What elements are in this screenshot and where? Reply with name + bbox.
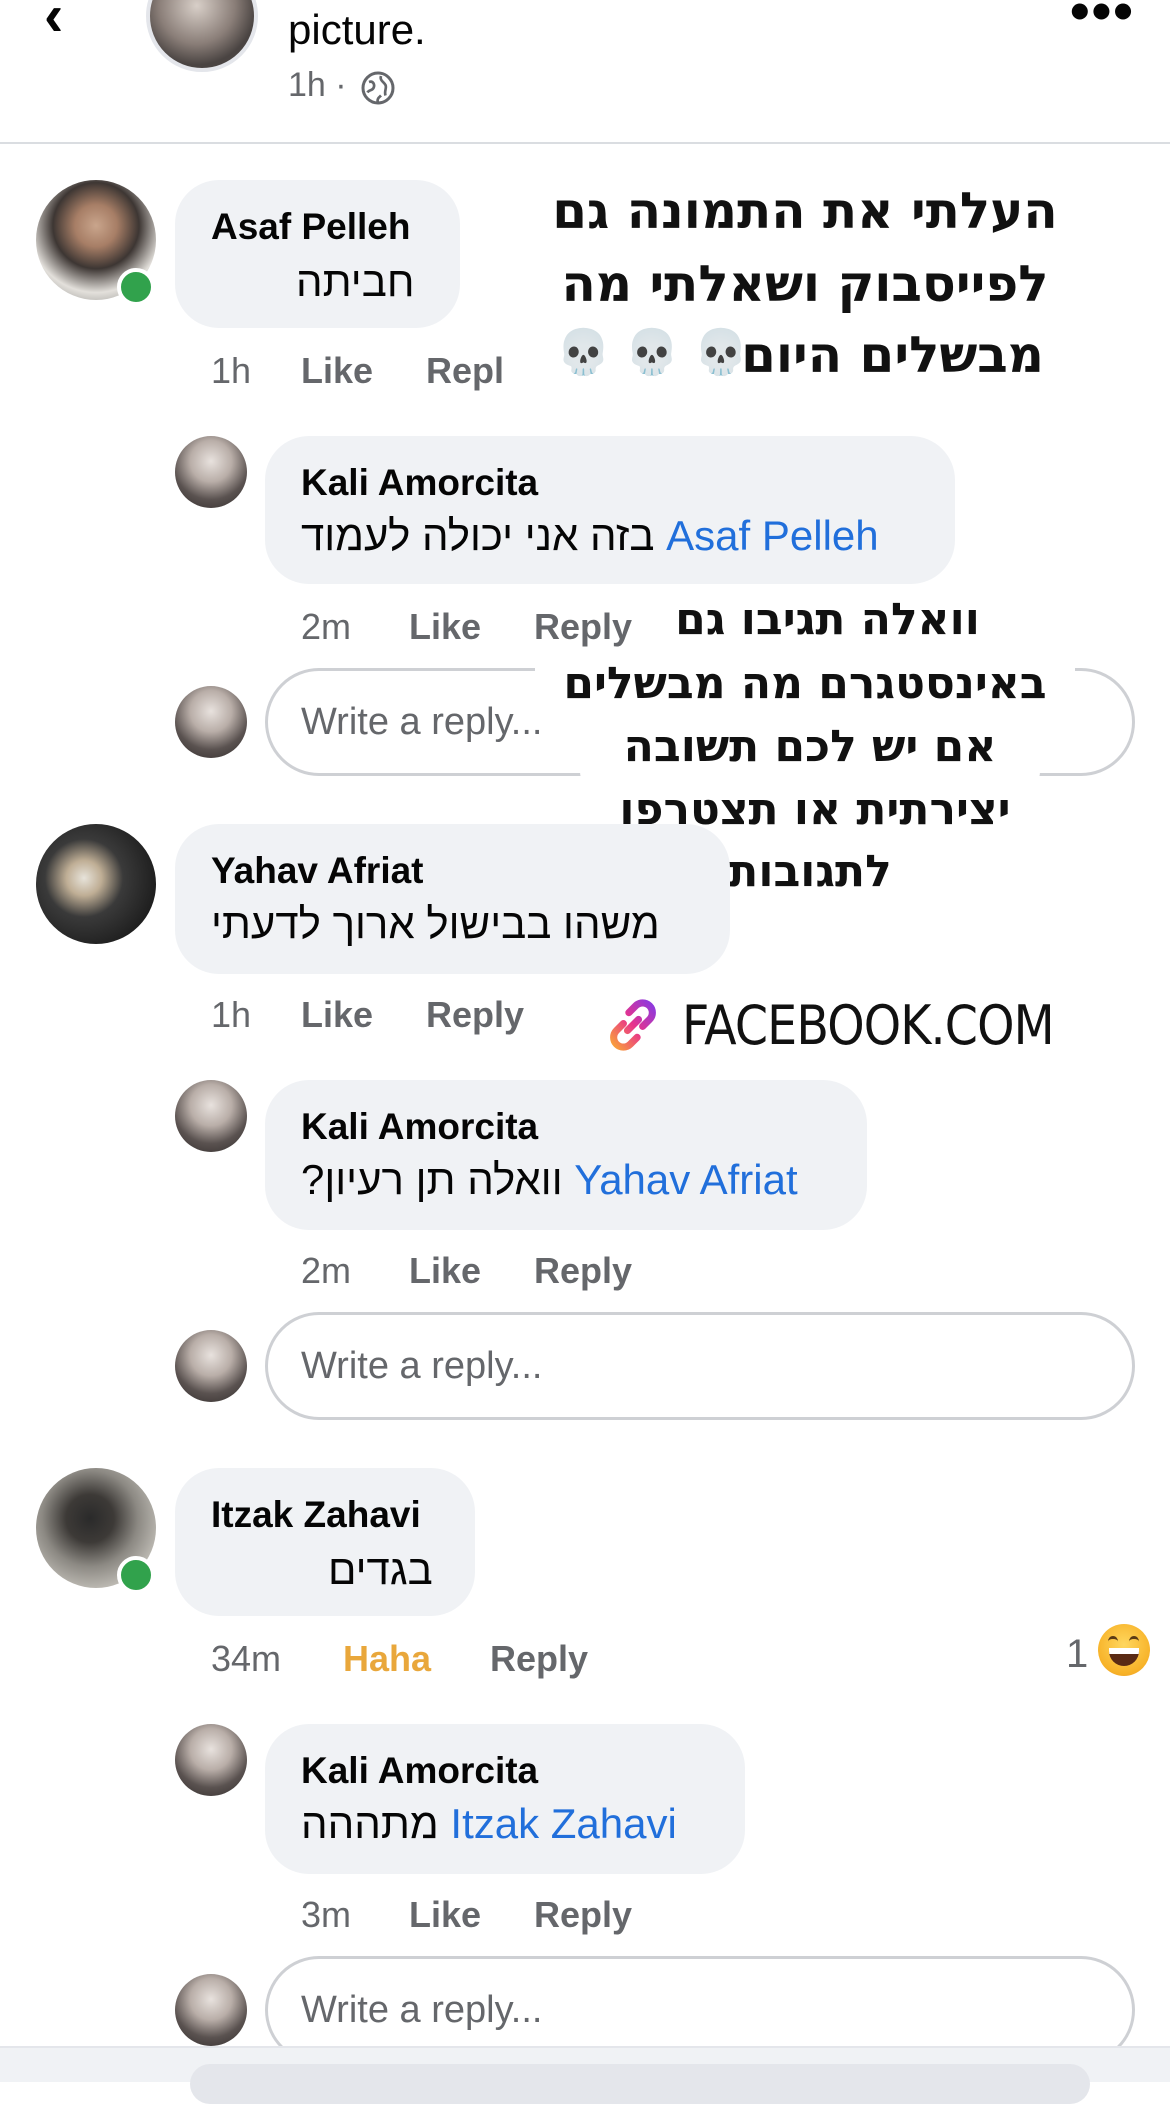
reply-text-line: בזה אני יכולה לעמוד Asaf Pelleh <box>301 512 879 560</box>
link-sticker[interactable]: FACEBOOK.COM <box>600 992 1104 1058</box>
write-reply-placeholder: Write a reply... <box>301 1989 543 2031</box>
reply-text: מתההה <box>301 1800 439 1847</box>
link-label: FACEBOOK.COM <box>682 993 1055 1057</box>
like-button[interactable]: Like <box>301 994 373 1036</box>
avatar-kali-amorcita[interactable] <box>175 1724 247 1796</box>
reply-author[interactable]: Kali Amorcita <box>301 1106 538 1148</box>
reply-bubble[interactable] <box>265 1724 745 1874</box>
avatar-yahav-afriat[interactable] <box>36 824 156 944</box>
post-header: ‹ picture. 1h · ••• <box>0 0 1170 144</box>
reply-text: בזה אני יכולה לעמוד <box>301 512 655 559</box>
comment-author[interactable]: Itzak Zahavi <box>211 1494 421 1536</box>
skull-emoji-icons: 💀💀💀 <box>556 327 763 378</box>
mention-link[interactable]: Asaf Pelleh <box>666 512 878 559</box>
back-chevron-icon[interactable]: ‹ <box>44 0 63 49</box>
like-button[interactable]: Like <box>409 606 481 648</box>
comment-author[interactable]: Asaf Pelleh <box>211 206 410 248</box>
post-title: picture. <box>288 6 426 53</box>
like-button[interactable]: Like <box>301 350 373 392</box>
comment-text: בגדים <box>328 1546 433 1593</box>
mention-link[interactable]: Itzak Zahavi <box>450 1800 676 1847</box>
write-reply-placeholder: Write a reply... <box>301 1345 543 1387</box>
write-reply-placeholder: Write a reply... <box>301 701 543 743</box>
more-horizontal-icon[interactable]: ••• <box>1070 0 1135 43</box>
reply-bubble[interactable] <box>265 1080 867 1230</box>
overlay-caption-line: באינסטגרם מה מבשלים <box>563 658 1047 709</box>
globe-icon <box>361 71 395 105</box>
reaction-count[interactable]: 1 <box>1066 1632 1088 1677</box>
reply-button[interactable]: Reply <box>534 606 632 648</box>
reply-author[interactable]: Kali Amorcita <box>301 462 538 504</box>
online-status-dot <box>117 268 155 306</box>
like-button[interactable]: Like <box>409 1894 481 1936</box>
comment-text: חביתה <box>296 258 415 305</box>
post-time-text: 1h · <box>288 66 347 104</box>
comment-time: 34m <box>211 1638 282 1679</box>
overlay-caption-line: מבשלים היום <box>741 326 1044 384</box>
comment-time: 1h <box>211 350 252 391</box>
reply-text: וואלה תן רעיון? <box>301 1156 563 1203</box>
reply-button[interactable]: Reply <box>490 1638 588 1680</box>
reply-time: 2m <box>301 1250 352 1291</box>
overlay-caption-line: אם יש לכם תשובה <box>623 721 997 772</box>
like-button[interactable]: Like <box>409 1250 481 1292</box>
mention-link[interactable]: Yahav Afriat <box>574 1156 797 1203</box>
reply-button[interactable]: Reply <box>534 1894 632 1936</box>
reply-author[interactable]: Kali Amorcita <box>301 1750 538 1792</box>
overlay-caption-line: לפייסבוק ושאלתי מה <box>561 255 1049 313</box>
reply-button[interactable]: Repl <box>426 350 504 392</box>
reply-time: 3m <box>301 1894 352 1935</box>
reply-bubble[interactable] <box>265 436 955 584</box>
poster-avatar[interactable] <box>146 0 258 72</box>
comment-composer-input[interactable] <box>190 2064 1090 2104</box>
overlay-caption-line: וואלה תגיבו גם <box>675 594 980 645</box>
online-status-dot <box>117 1556 155 1594</box>
reply-text-line: וואלה תן רעיון? Yahav Afriat <box>301 1156 798 1204</box>
haha-reaction-button[interactable]: Haha <box>343 1638 431 1680</box>
reply-button[interactable]: Reply <box>534 1250 632 1292</box>
reply-time: 2m <box>301 606 352 647</box>
comment-bubble[interactable] <box>175 824 730 974</box>
avatar-kali-amorcita[interactable] <box>175 1080 247 1152</box>
avatar-current-user <box>175 1974 247 2046</box>
reply-text-line: מתההה Itzak Zahavi <box>301 1800 677 1848</box>
link-icon <box>610 999 656 1051</box>
laughing-emoji-icon <box>1098 1624 1150 1676</box>
comment-author[interactable]: Yahav Afriat <box>211 850 424 892</box>
avatar-kali-amorcita[interactable] <box>175 436 247 508</box>
avatar-current-user <box>175 686 247 758</box>
reply-button[interactable]: Reply <box>426 994 524 1036</box>
overlay-caption-line: העלתי את התמונה גם <box>552 182 1058 240</box>
overlay-caption-line: לתגובות <box>728 846 892 897</box>
comment-text: משהו בבישול ארוך לדעתי <box>211 900 660 947</box>
avatar-current-user <box>175 1330 247 1402</box>
comment-time: 1h <box>211 994 252 1035</box>
